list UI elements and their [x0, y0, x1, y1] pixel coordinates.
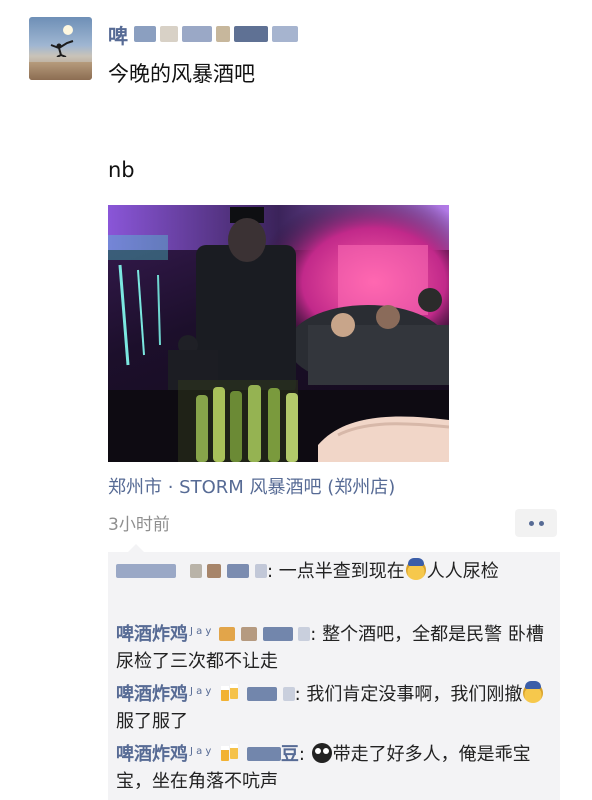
- avatar-ground: [29, 62, 92, 80]
- comment-author-suffix: J a y: [190, 746, 212, 757]
- comments-panel: : 一点半查到现在 人人尿检 啤酒炸鸡 J a y : 整个酒吧，全都是民警 卧槽 …: [108, 544, 560, 800]
- post-text-secondary: nb: [108, 158, 135, 182]
- post-photo[interactable]: [108, 205, 449, 462]
- comment-text: 一点半查到现在: [278, 561, 405, 582]
- comment-item[interactable]: : 一点半查到现在 人人尿检: [116, 558, 552, 585]
- more-dots-icon[interactable]: [515, 509, 557, 537]
- comment-text: 人人尿检: [426, 561, 499, 582]
- comment-author-suffix: J a y: [190, 626, 212, 637]
- comment-author[interactable]: 啤酒炸鸡: [116, 624, 188, 645]
- beer-mugs-emoji: [221, 684, 239, 701]
- post-location[interactable]: 郑州市 · STORM 风暴酒吧 (郑州店): [108, 473, 395, 499]
- black-ghost-emoji: [311, 743, 332, 763]
- comment-reply-target-redacted: [246, 747, 281, 761]
- comment-item[interactable]: 啤酒炸鸡 J a y : 整个酒吧，全都是民警 卧槽 尿检了三次都不让走: [116, 618, 552, 675]
- comment-author[interactable]: 啤酒炸鸡: [116, 684, 188, 705]
- comment-separator: :: [298, 744, 305, 765]
- comment-reply-target[interactable]: 豆: [281, 744, 299, 765]
- username-redacted: [134, 26, 298, 42]
- more-dot: [538, 520, 544, 526]
- comment-reply-target-redacted: [246, 687, 277, 701]
- photo-scene: [108, 205, 449, 462]
- comment-separator: :: [266, 561, 274, 582]
- post-text: 今晚的风暴酒吧: [108, 62, 255, 86]
- police-officer-emoji: [523, 681, 544, 703]
- comment-item[interactable]: 啤酒炸鸡 J a y : 我们肯定没事啊，我们刚撤服了服了: [116, 678, 552, 735]
- comment-item[interactable]: 啤酒炸鸡 J a y 豆: 带走了好多人，俺是乖宝宝，坐在角落不吭声: [116, 738, 552, 795]
- comment-separator: :: [294, 684, 301, 705]
- post-time: 3小时前: [108, 515, 170, 535]
- comment-author[interactable]: 啤酒炸鸡: [116, 744, 188, 765]
- comment-separator: :: [310, 624, 317, 645]
- comment-author-suffix: J a y: [190, 686, 212, 697]
- post-username[interactable]: 啤: [108, 20, 298, 48]
- police-officer-emoji: [405, 558, 426, 580]
- comment-text: 服了服了: [116, 711, 188, 732]
- comment-reply-target-redacted: [219, 627, 236, 641]
- comments-notch: [128, 544, 144, 552]
- avatar[interactable]: [29, 17, 92, 80]
- avatar-sun: [63, 25, 73, 35]
- beer-mugs-emoji: [221, 744, 239, 761]
- comment-text: 我们肯定没事啊，我们刚撤: [306, 684, 523, 705]
- username-text[interactable]: 啤: [108, 20, 128, 49]
- more-dot: [528, 520, 534, 526]
- avatar-dancer-figure: [50, 40, 74, 57]
- comment-author-redacted: [116, 564, 176, 578]
